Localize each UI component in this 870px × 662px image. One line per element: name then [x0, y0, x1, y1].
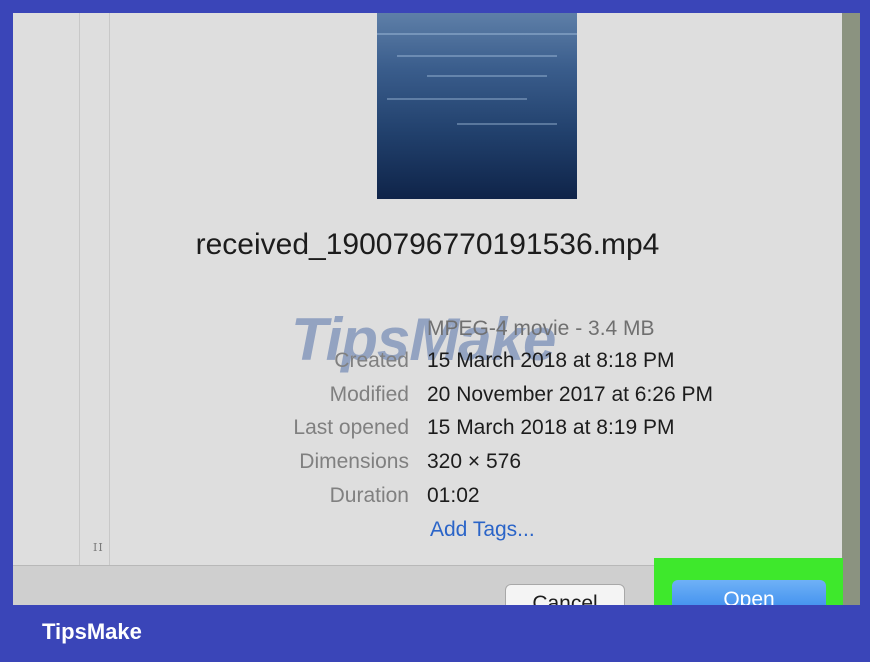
info-row-dimensions: Dimensions 320 × 576 — [13, 450, 842, 482]
column-divider — [109, 13, 110, 565]
info-row-created: Created 15 March 2018 at 8:18 PM — [13, 349, 842, 381]
info-row-modified: Modified 20 November 2017 at 6:26 PM — [13, 383, 842, 415]
info-value: 15 March 2018 at 8:18 PM — [427, 349, 675, 372]
info-key: Last opened — [293, 416, 409, 439]
info-key: Duration — [329, 484, 409, 507]
info-row-duration: Duration 01:02 — [13, 484, 842, 516]
file-name: received_1900796770191536.mp4 — [195, 228, 660, 261]
column-divider — [79, 13, 80, 565]
background-window-edge — [842, 13, 860, 605]
info-key: Dimensions — [299, 450, 409, 473]
open-file-dialog: II received_1900796770191536.mp4 TipsMak… — [13, 13, 842, 605]
info-row-last-opened: Last opened 15 March 2018 at 8:19 PM — [13, 416, 842, 448]
video-thumbnail — [377, 13, 577, 199]
brand-footer: TipsMake — [0, 605, 870, 662]
open-button[interactable]: Open — [672, 580, 826, 605]
brand-name: TipsMake — [42, 619, 142, 644]
file-kind: MPEG-4 movie - 3.4 MB — [427, 317, 655, 340]
info-value: 20 November 2017 at 6:26 PM — [427, 383, 714, 406]
info-key: Modified — [329, 383, 409, 406]
file-kind-row: MPEG-4 movie - 3.4 MB — [13, 317, 842, 349]
screenshot-area: II received_1900796770191536.mp4 TipsMak… — [13, 13, 860, 605]
cancel-button[interactable]: Cancel — [505, 584, 625, 605]
column-resize-handle[interactable]: II — [93, 541, 104, 554]
info-value: 15 March 2018 at 8:19 PM — [427, 416, 675, 439]
info-key: Created — [334, 349, 409, 372]
info-value: 01:02 — [427, 484, 480, 507]
add-tags-link[interactable]: Add Tags... — [430, 518, 535, 542]
info-value: 320 × 576 — [427, 450, 522, 473]
